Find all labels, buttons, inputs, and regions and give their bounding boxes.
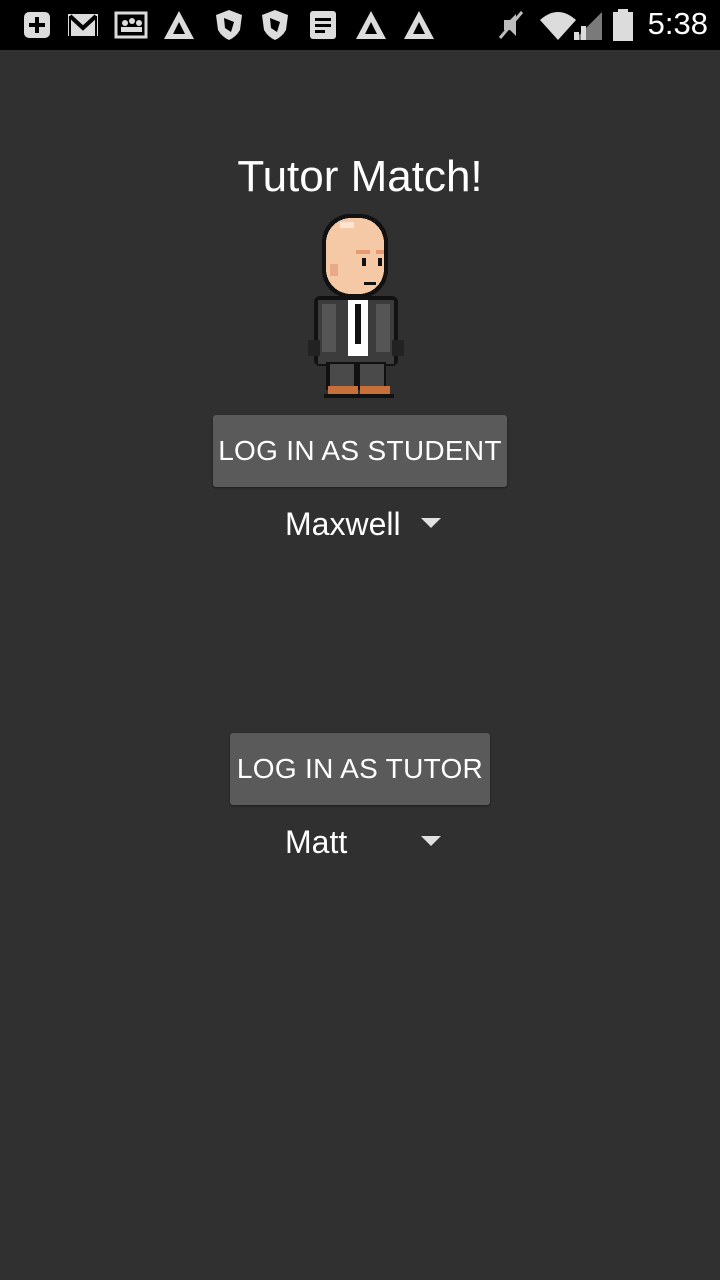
gmail-icon bbox=[68, 14, 98, 36]
student-select[interactable]: Maxwell bbox=[285, 496, 445, 552]
status-bar: 5:38 bbox=[0, 0, 720, 50]
shield-icon bbox=[262, 10, 288, 40]
add-icon bbox=[24, 12, 50, 38]
login-student-button[interactable]: LOG IN AS STUDENT bbox=[213, 415, 507, 487]
document-icon bbox=[310, 11, 336, 39]
alert-icon bbox=[404, 11, 434, 39]
signal-icon bbox=[574, 12, 602, 40]
dropdown-arrow-icon bbox=[421, 836, 441, 846]
alert-icon bbox=[356, 11, 386, 39]
tutor-select[interactable]: Matt bbox=[285, 814, 445, 870]
student-select-value: Maxwell bbox=[285, 505, 401, 542]
mute-icon bbox=[498, 11, 524, 39]
clock: 5:38 bbox=[647, 6, 708, 41]
shield-icon bbox=[216, 10, 242, 40]
alert-icon bbox=[164, 11, 194, 39]
avatar bbox=[308, 214, 404, 398]
tutor-select-value: Matt bbox=[285, 823, 348, 860]
photo-icon bbox=[114, 11, 148, 39]
dropdown-arrow-icon bbox=[421, 518, 441, 528]
app-title: Tutor Match! bbox=[237, 152, 483, 201]
battery-icon bbox=[613, 9, 633, 41]
login-tutor-button[interactable]: LOG IN AS TUTOR bbox=[230, 733, 490, 805]
